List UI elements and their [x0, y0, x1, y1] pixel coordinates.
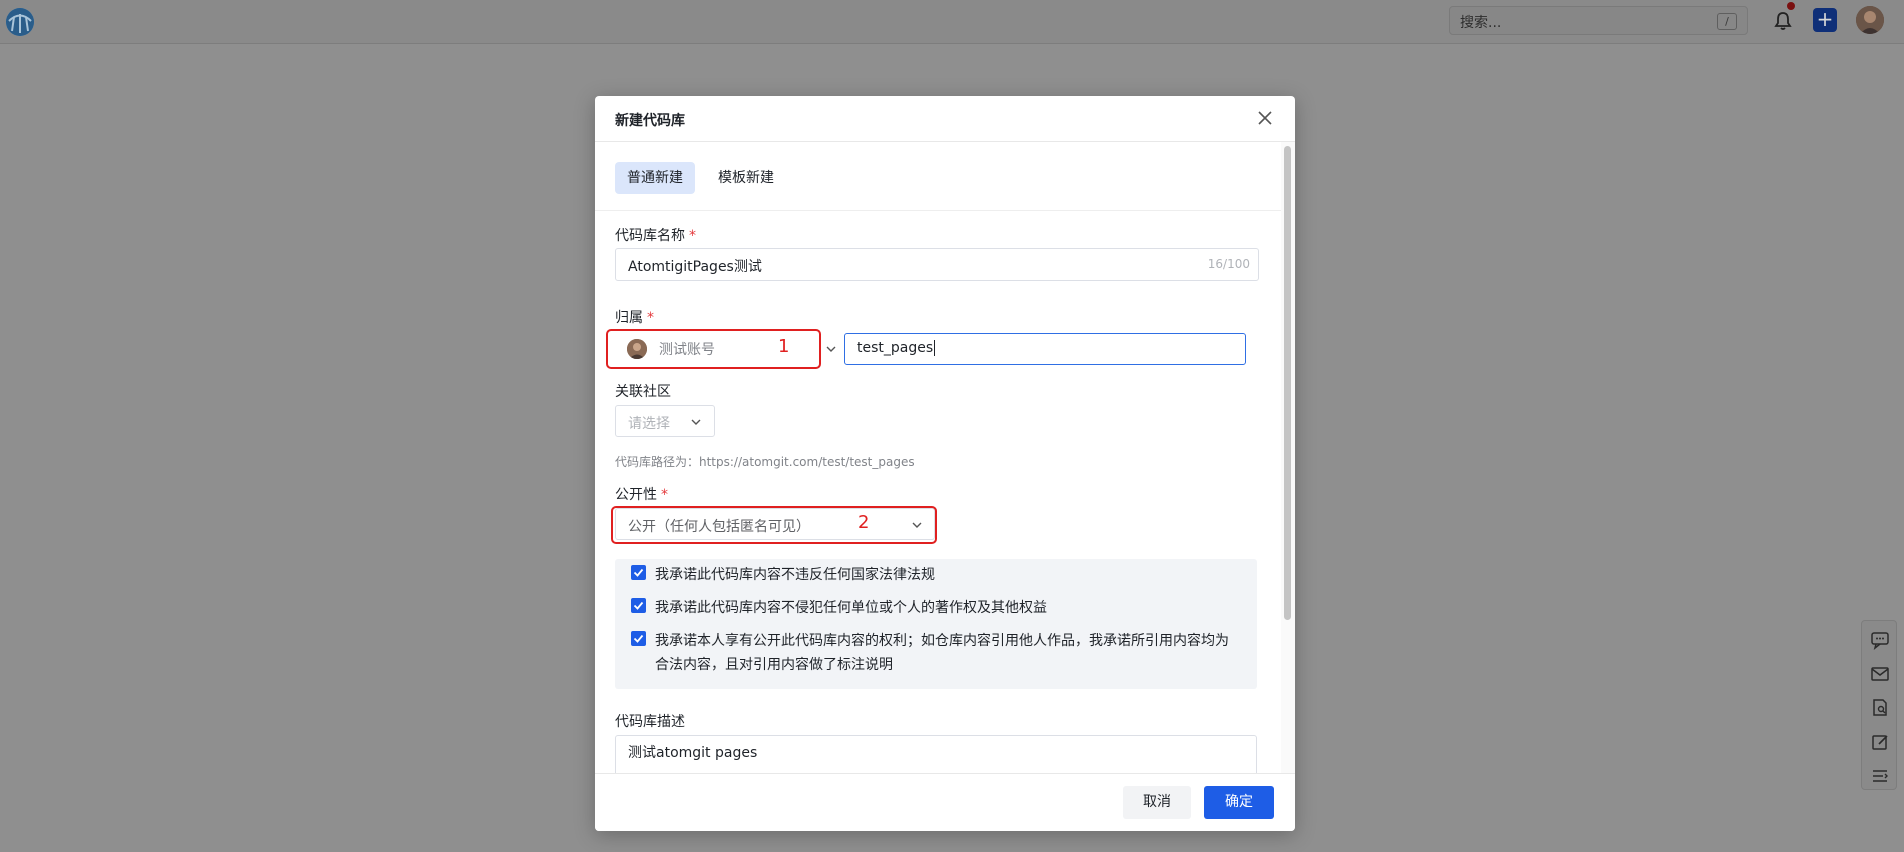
chevron-down-icon [690, 416, 702, 428]
chat-icon[interactable] [1870, 630, 1890, 650]
dialog-scrollbar[interactable] [1281, 142, 1295, 773]
owner-label: 归属 * [615, 307, 654, 327]
atomgit-logo-icon[interactable] [6, 8, 34, 36]
top-navigation-bar: 搜索... / + [0, 0, 1904, 44]
confirm-button[interactable]: 确定 [1204, 786, 1274, 819]
community-placeholder: 请选择 [628, 416, 670, 432]
tab-normal-create[interactable]: 普通新建 [615, 162, 695, 194]
description-label: 代码库描述 [615, 714, 685, 730]
dialog-header: 新建代码库 [595, 96, 1295, 142]
promise-checklist: 我承诺此代码库内容不违反任何国家法律法规 我承诺此代码库内容不侵犯任何单位或个人… [615, 559, 1257, 689]
floating-tool-panel [1861, 620, 1897, 790]
mail-icon[interactable] [1870, 664, 1890, 684]
checkbox-checked-icon[interactable] [631, 565, 646, 580]
tab-template-create[interactable]: 模板新建 [706, 162, 786, 194]
cancel-button[interactable]: 取消 [1123, 786, 1191, 819]
annotation-number-2: 2 [858, 512, 870, 533]
create-new-button[interactable]: + [1813, 8, 1837, 32]
edit-icon[interactable] [1870, 732, 1890, 752]
global-search-input[interactable]: 搜索... / [1449, 6, 1748, 35]
search-shortcut-key: / [1717, 13, 1737, 30]
tabs-divider [595, 210, 1281, 211]
dialog-footer: 取消 确定 [595, 773, 1295, 831]
notification-bell-icon[interactable] [1771, 9, 1795, 33]
community-select[interactable]: 请选择 [615, 405, 715, 437]
annotation-box-2 [611, 506, 937, 544]
chevron-down-icon [825, 343, 837, 355]
promise-text: 我承诺本人享有公开此代码库内容的权利；如仓库内容引用他人作品，我承诺所引用内容均… [655, 633, 1229, 673]
repo-name-label: 代码库名称 * [615, 225, 696, 245]
repo-name-input[interactable]: AtomtigitPages测试 16/100 [615, 248, 1259, 281]
new-repository-dialog: 新建代码库 普通新建 模板新建 代码库名称 * AtomtigitPages测试 … [595, 96, 1295, 831]
user-avatar[interactable] [1856, 6, 1884, 34]
repo-name-value: AtomtigitPages测试 [628, 259, 762, 275]
close-icon[interactable] [1255, 108, 1275, 128]
notification-badge [1787, 2, 1795, 10]
text-caret [934, 340, 936, 356]
repo-path-value-wrap: test_pages [857, 340, 936, 356]
visibility-label: 公开性 * [615, 484, 668, 504]
community-label: 关联社区 [615, 384, 671, 400]
promise-text: 我承诺此代码库内容不侵犯任何单位或个人的著作权及其他权益 [655, 600, 1047, 616]
required-mark: * [661, 487, 668, 503]
required-mark: * [689, 228, 696, 244]
promise-text: 我承诺此代码库内容不违反任何国家法律法规 [655, 567, 935, 583]
annotation-number-1: 1 [778, 336, 790, 357]
repo-path-hint: 代码库路径为：https://atomgit.com/test/test_pag… [615, 455, 915, 469]
owner-label-text: 归属 [615, 310, 643, 326]
repo-path-value: test_pages [857, 340, 934, 356]
description-value: 测试atomgit pages [628, 745, 758, 761]
collapse-menu-icon[interactable] [1870, 766, 1890, 786]
search-placeholder: 搜索... [1460, 15, 1502, 31]
visibility-label-text: 公开性 [615, 487, 657, 503]
repo-name-label-text: 代码库名称 [615, 228, 685, 244]
dialog-title: 新建代码库 [615, 113, 685, 129]
required-mark: * [647, 310, 654, 326]
repo-path-input[interactable]: test_pages [844, 333, 1246, 365]
repo-name-counter: 16/100 [1207, 257, 1250, 271]
scrollbar-thumb[interactable] [1284, 146, 1291, 620]
document-search-icon[interactable] [1870, 698, 1890, 718]
checkbox-checked-icon[interactable] [631, 598, 646, 613]
checkbox-checked-icon[interactable] [631, 631, 646, 646]
